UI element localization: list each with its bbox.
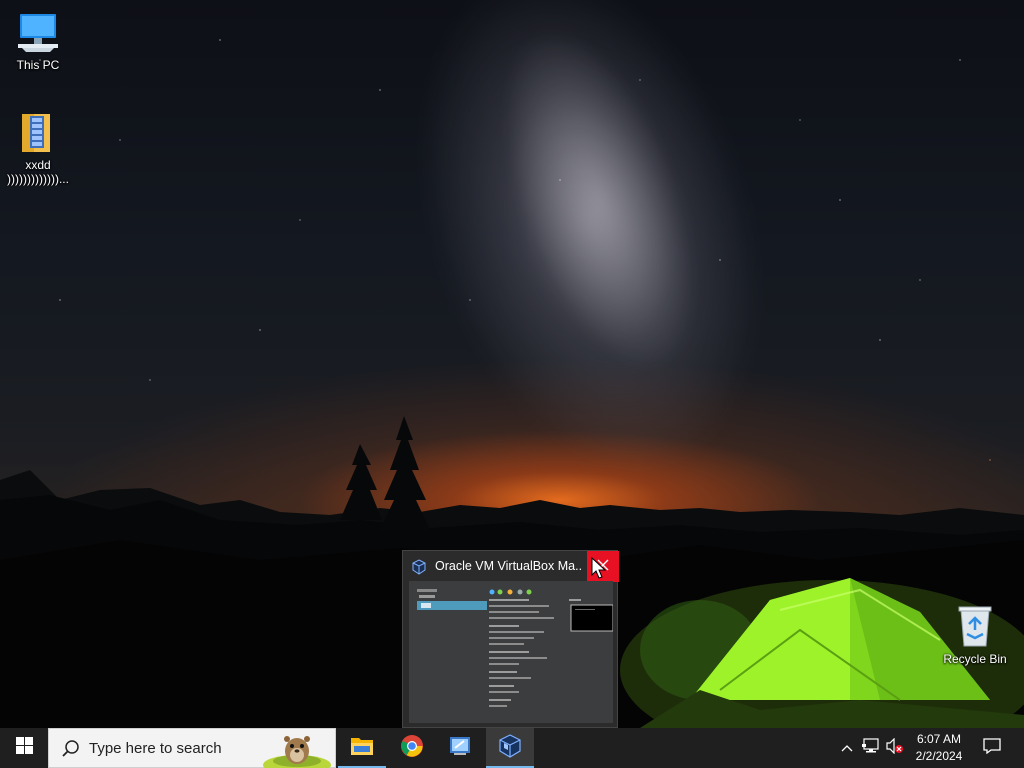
taskbar-remote-desktop[interactable] (436, 728, 484, 768)
xxdd-sublabel: )))))))))))))... (7, 172, 69, 186)
desktop-icon-xxdd[interactable]: xxdd )))))))))))))... (0, 108, 76, 186)
remote-desktop-icon (448, 735, 472, 762)
taskbar-clock[interactable]: 6:07 AM 2/2/2024 (908, 731, 970, 765)
show-hidden-icons-button[interactable] (838, 728, 856, 768)
this-pc-label: This PC (16, 58, 60, 72)
zip-folder-icon (14, 108, 62, 156)
recycle-bin-label: Recycle Bin (943, 652, 1007, 666)
clock-time: 6:07 AM (916, 732, 962, 746)
search-placeholder: Type here to search (89, 740, 222, 757)
preview-title: Oracle VM VirtualBox Ma... (435, 559, 581, 573)
this-pc-icon (14, 8, 62, 56)
search-icon (61, 739, 81, 759)
volume-tray-button[interactable] (884, 728, 906, 768)
action-center-button[interactable] (978, 728, 1006, 768)
search-highlight-illustration (261, 731, 333, 768)
chrome-icon (400, 734, 424, 763)
windows-start-icon (15, 737, 33, 759)
xxdd-label: xxdd (25, 158, 51, 172)
virtualbox-icon (411, 559, 427, 575)
virtualbox-window-miniature (409, 581, 613, 723)
taskbar-file-explorer[interactable] (338, 728, 386, 768)
virtualbox-icon (498, 733, 522, 763)
taskbar-virtualbox[interactable] (486, 728, 534, 768)
taskbar: Type here to search 6:07 AM 2/2/2024 (0, 728, 1024, 768)
chevron-up-icon (841, 739, 853, 757)
notification-icon (983, 737, 1001, 759)
network-icon (862, 737, 880, 759)
virtualbox-taskbar-preview[interactable]: Oracle VM VirtualBox Ma... (402, 550, 619, 728)
taskbar-chrome[interactable] (388, 728, 436, 768)
taskbar-search-box[interactable]: Type here to search (48, 728, 336, 768)
network-tray-button[interactable] (860, 728, 882, 768)
preview-thumbnail[interactable] (409, 581, 613, 723)
volume-muted-icon (886, 737, 904, 759)
desktop-icon-recycle-bin[interactable]: Recycle Bin (937, 602, 1013, 666)
mouse-cursor (591, 557, 607, 579)
file-explorer-icon (350, 735, 374, 762)
desktop-icon-this-pc[interactable]: This PC (0, 8, 76, 72)
start-button[interactable] (0, 728, 48, 768)
recycle-bin-icon (951, 602, 999, 650)
clock-date: 2/2/2024 (915, 749, 963, 763)
